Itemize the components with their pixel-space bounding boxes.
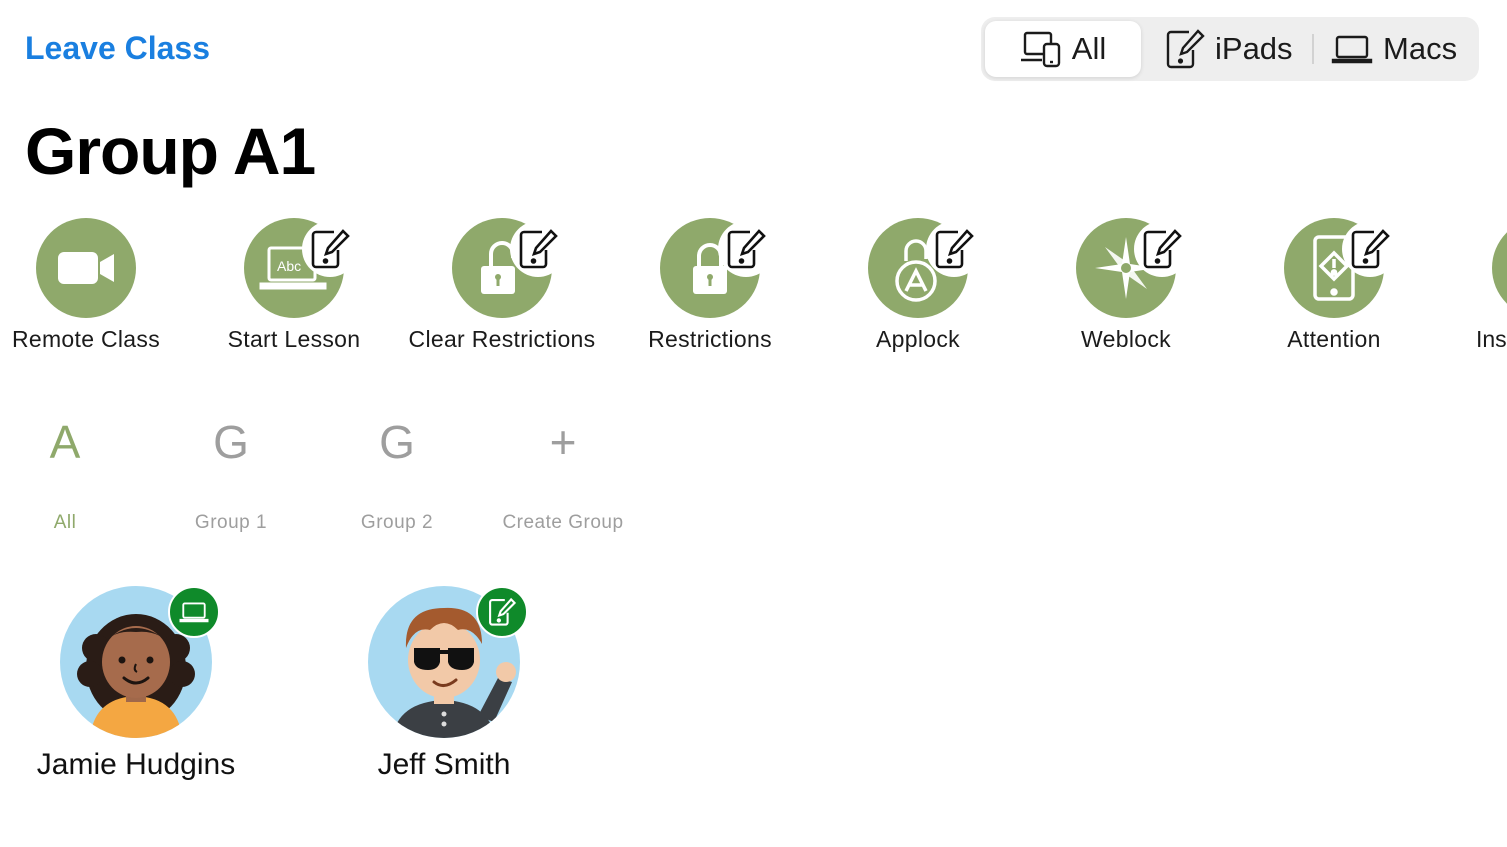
all-devices-icon: [1020, 31, 1060, 68]
group-letter: G: [379, 416, 415, 468]
ipad-edit-badge: [510, 221, 566, 277]
ipad-edit-icon: [1351, 229, 1390, 269]
filter-ipads[interactable]: iPads: [1165, 21, 1293, 77]
ipad-edit-badge: [718, 221, 774, 277]
group-label: Group 2: [360, 512, 434, 533]
ipad-edit-icon: [489, 597, 516, 626]
action-label: Remote Class: [11, 326, 161, 352]
filter-macs-label: Macs: [1383, 31, 1458, 66]
page-title: Group A1: [25, 114, 316, 188]
action-label: Start Lesson: [227, 326, 361, 352]
group-label: Create Group: [502, 512, 624, 533]
ipad-edit-icon: [1143, 229, 1182, 269]
filter-all-label: All: [1071, 31, 1107, 66]
action-label: Weblock: [1081, 326, 1171, 352]
group-label: Group 1: [194, 512, 268, 533]
filter-ipads-label: iPads: [1215, 31, 1293, 66]
mac-laptop-icon: [179, 602, 209, 623]
svg-text:Abc: Abc: [277, 258, 301, 274]
action-label: Clear Restrictions: [408, 326, 596, 352]
mac-laptop-icon: [1331, 35, 1373, 64]
ipad-edit-badge: [1342, 221, 1398, 277]
plus-icon: +: [549, 416, 577, 468]
action-label: Ins: [1476, 326, 1507, 352]
action-partial[interactable]: Ins: [1476, 218, 1507, 368]
video-camera-icon: [58, 252, 114, 284]
filter-macs[interactable]: Macs: [1331, 21, 1457, 77]
action-label: Applock: [876, 326, 960, 352]
device-filter: All iPads Macs: [981, 17, 1479, 81]
action-label: Restrictions: [648, 326, 772, 352]
action-remote-class-circle: [36, 218, 136, 318]
ipad-edit-badge: [926, 221, 982, 277]
segment-divider: [1312, 34, 1314, 64]
ipad-edit-icon: [311, 229, 350, 269]
partial-action-icon: [1492, 218, 1507, 318]
student-name: Jeff Smith: [377, 748, 511, 781]
group-letter: G: [213, 416, 249, 468]
group-label: All: [53, 512, 77, 533]
ipad-edit-icon: [935, 229, 974, 269]
device-status-badge: [168, 586, 220, 638]
ipad-edit-icon: [519, 229, 558, 269]
filter-all[interactable]: All: [985, 21, 1141, 77]
ipad-edit-badge: [1134, 221, 1190, 277]
ipad-edit-icon: [727, 229, 766, 269]
ipad-edit-badge: [302, 221, 358, 277]
student-name: Jamie Hudgins: [36, 748, 236, 781]
leave-class-button[interactable]: Leave Class: [25, 30, 210, 67]
action-label: Attention: [1287, 326, 1381, 352]
group-letter: A: [49, 416, 81, 468]
device-status-badge: [476, 586, 528, 638]
ipad-edit-icon: [1166, 29, 1205, 69]
